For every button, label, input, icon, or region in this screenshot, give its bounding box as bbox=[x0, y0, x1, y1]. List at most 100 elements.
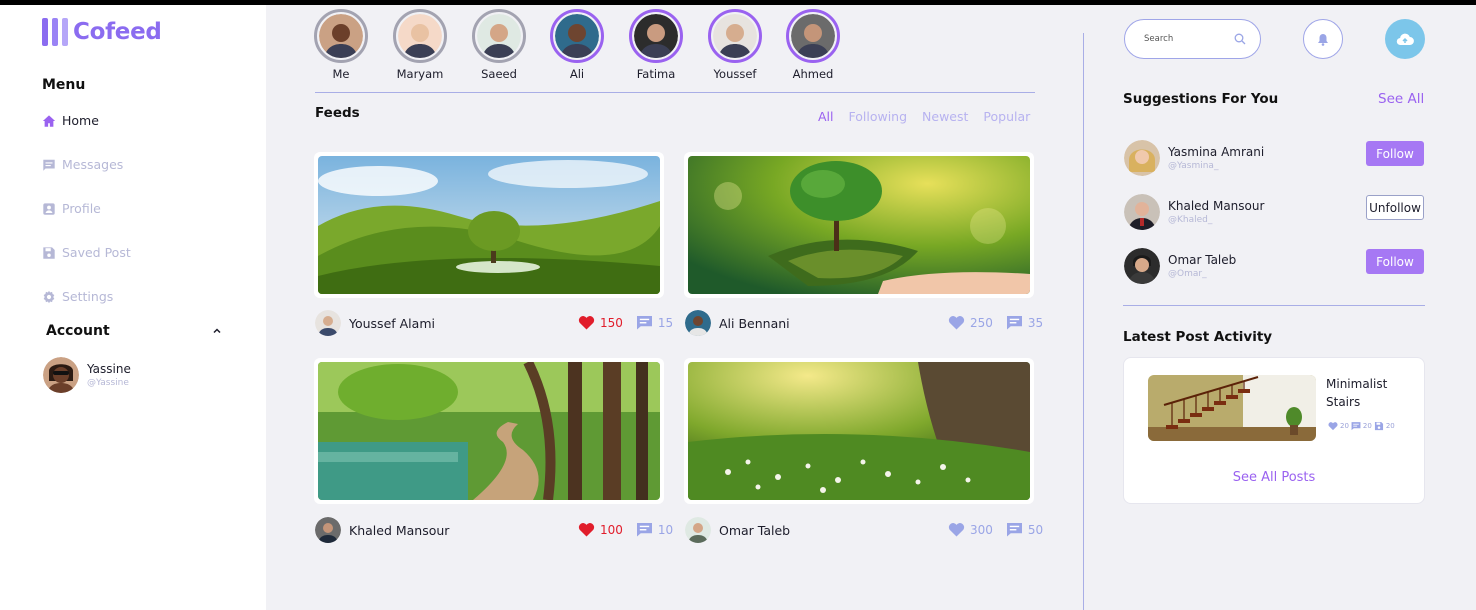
sidebar-item-profile[interactable]: Profile bbox=[42, 201, 101, 216]
story-item[interactable]: Ahmed bbox=[785, 9, 841, 81]
search-box[interactable] bbox=[1124, 19, 1261, 59]
follow-button[interactable]: Follow bbox=[1366, 249, 1424, 274]
latest-activity-title: Latest Post Activity bbox=[1123, 329, 1273, 345]
profile-icon bbox=[43, 202, 55, 215]
feeds-title: Feeds bbox=[315, 105, 360, 121]
home-icon bbox=[42, 114, 56, 127]
gear-icon bbox=[43, 290, 55, 303]
post-photo-forest-path bbox=[318, 362, 660, 500]
sidebar-item-label: Settings bbox=[62, 289, 114, 304]
post-author[interactable]: Khaled Mansour bbox=[315, 517, 449, 543]
suggestion-handle: @Yasmina_ bbox=[1168, 161, 1219, 171]
avatar bbox=[1124, 194, 1160, 230]
suggestions-title: Suggestions For You bbox=[1123, 91, 1279, 107]
comment-count: 35 bbox=[1027, 315, 1044, 330]
logo[interactable]: Cofeed bbox=[42, 18, 162, 46]
post-photo-hills bbox=[318, 156, 660, 294]
comment-icon[interactable] bbox=[636, 522, 653, 537]
story-item[interactable]: Me bbox=[313, 9, 369, 81]
sidebar-item-messages[interactable]: Messages bbox=[42, 157, 123, 172]
sidebar-item-home[interactable]: Home bbox=[42, 113, 99, 128]
follow-button[interactable]: Follow bbox=[1366, 141, 1424, 166]
story-item[interactable]: Ali bbox=[549, 9, 605, 81]
avatar bbox=[319, 14, 363, 58]
heart-icon[interactable] bbox=[578, 315, 595, 330]
post-image[interactable] bbox=[314, 358, 664, 504]
suggestion-item[interactable]: Omar Taleb @Omar_ bbox=[1124, 248, 1236, 284]
story-ring bbox=[314, 9, 368, 63]
search-icon[interactable] bbox=[1234, 33, 1246, 45]
latest-save-count: 20 bbox=[1385, 422, 1395, 430]
post-author[interactable]: Ali Bennani bbox=[685, 310, 790, 336]
story-ring bbox=[786, 9, 840, 63]
heart-icon[interactable] bbox=[578, 522, 595, 537]
column-divider bbox=[1083, 33, 1084, 610]
story-name: Ali bbox=[569, 67, 585, 81]
save-icon[interactable] bbox=[1374, 421, 1384, 431]
comment-icon[interactable] bbox=[1351, 421, 1361, 431]
comment-icon[interactable] bbox=[636, 315, 653, 330]
heart-icon[interactable] bbox=[948, 315, 965, 330]
suggestion-name: Khaled Mansour bbox=[1168, 199, 1265, 213]
suggestion-name: Omar Taleb bbox=[1168, 253, 1237, 267]
story-ring bbox=[708, 9, 762, 63]
post-image[interactable] bbox=[684, 152, 1034, 298]
story-name: Youssef bbox=[713, 67, 757, 81]
story-item[interactable]: Saeed bbox=[471, 9, 527, 81]
menu-title: Menu bbox=[42, 77, 86, 93]
story-item[interactable]: Fatima bbox=[628, 9, 684, 81]
avatar bbox=[1124, 140, 1160, 176]
story-item[interactable]: Maryam bbox=[392, 9, 448, 81]
story-ring bbox=[550, 9, 604, 63]
sidebar-item-label: Saved Post bbox=[62, 245, 131, 260]
filter-popular[interactable]: Popular bbox=[983, 109, 1030, 124]
sidebar: Cofeed bbox=[0, 5, 266, 610]
post-image[interactable] bbox=[684, 358, 1034, 504]
upload-button[interactable] bbox=[1385, 19, 1425, 59]
current-user-name: Yassine bbox=[87, 362, 131, 376]
filter-following[interactable]: Following bbox=[849, 109, 908, 124]
comment-count: 15 bbox=[657, 315, 674, 330]
unfollow-button[interactable]: Unfollow bbox=[1366, 195, 1424, 220]
current-user[interactable]: Yassine @Yassine bbox=[43, 357, 131, 393]
suggestion-item[interactable]: Yasmina Amrani @Yasmina_ bbox=[1124, 140, 1264, 176]
like-count: 150 bbox=[600, 315, 623, 330]
logo-mark bbox=[42, 18, 68, 46]
avatar bbox=[685, 517, 711, 543]
comment-icon[interactable] bbox=[1006, 522, 1023, 537]
avatar bbox=[634, 14, 678, 58]
heart-icon[interactable] bbox=[1328, 421, 1338, 431]
see-all-link[interactable]: See All bbox=[1378, 91, 1424, 107]
search-input[interactable] bbox=[1144, 34, 1234, 44]
sidebar-item-label: Profile bbox=[62, 201, 101, 216]
like-count: 100 bbox=[600, 522, 623, 537]
like-count: 300 bbox=[970, 522, 993, 537]
avatar bbox=[791, 14, 835, 58]
feed-filters: All Following Newest Popular bbox=[818, 109, 1030, 124]
sidebar-item-settings[interactable]: Settings bbox=[42, 289, 113, 304]
sidebar-item-saved-post[interactable]: Saved Post bbox=[42, 245, 131, 260]
notifications-button[interactable] bbox=[1303, 19, 1343, 59]
post-author-name: Khaled Mansour bbox=[349, 522, 450, 538]
comment-icon[interactable] bbox=[1006, 315, 1023, 330]
post-image[interactable] bbox=[314, 152, 664, 298]
logo-text: Cofeed bbox=[73, 19, 162, 45]
latest-post-image[interactable] bbox=[1148, 375, 1316, 441]
post-photo-meadow bbox=[688, 362, 1030, 500]
suggestion-handle: @Khaled_ bbox=[1168, 215, 1213, 225]
current-user-handle: @Yassine bbox=[87, 378, 129, 388]
suggestion-item[interactable]: Khaled Mansour @Khaled_ bbox=[1124, 194, 1264, 230]
post-author[interactable]: Omar Taleb bbox=[685, 517, 790, 543]
suggestion-name: Yasmina Amrani bbox=[1168, 145, 1265, 159]
avatar bbox=[398, 14, 442, 58]
account-section-header[interactable]: Account bbox=[46, 323, 222, 339]
post-photo-stairs bbox=[1148, 375, 1316, 441]
suggestions-divider bbox=[1123, 305, 1425, 306]
heart-icon[interactable] bbox=[948, 522, 965, 537]
post-author[interactable]: Youssef Alami bbox=[315, 310, 435, 336]
filter-all[interactable]: All bbox=[818, 109, 834, 124]
chevron-up-icon[interactable] bbox=[212, 326, 222, 336]
story-item[interactable]: Youssef bbox=[707, 9, 763, 81]
filter-newest[interactable]: Newest bbox=[922, 109, 968, 124]
see-all-posts-link[interactable]: See All Posts bbox=[1124, 470, 1424, 485]
